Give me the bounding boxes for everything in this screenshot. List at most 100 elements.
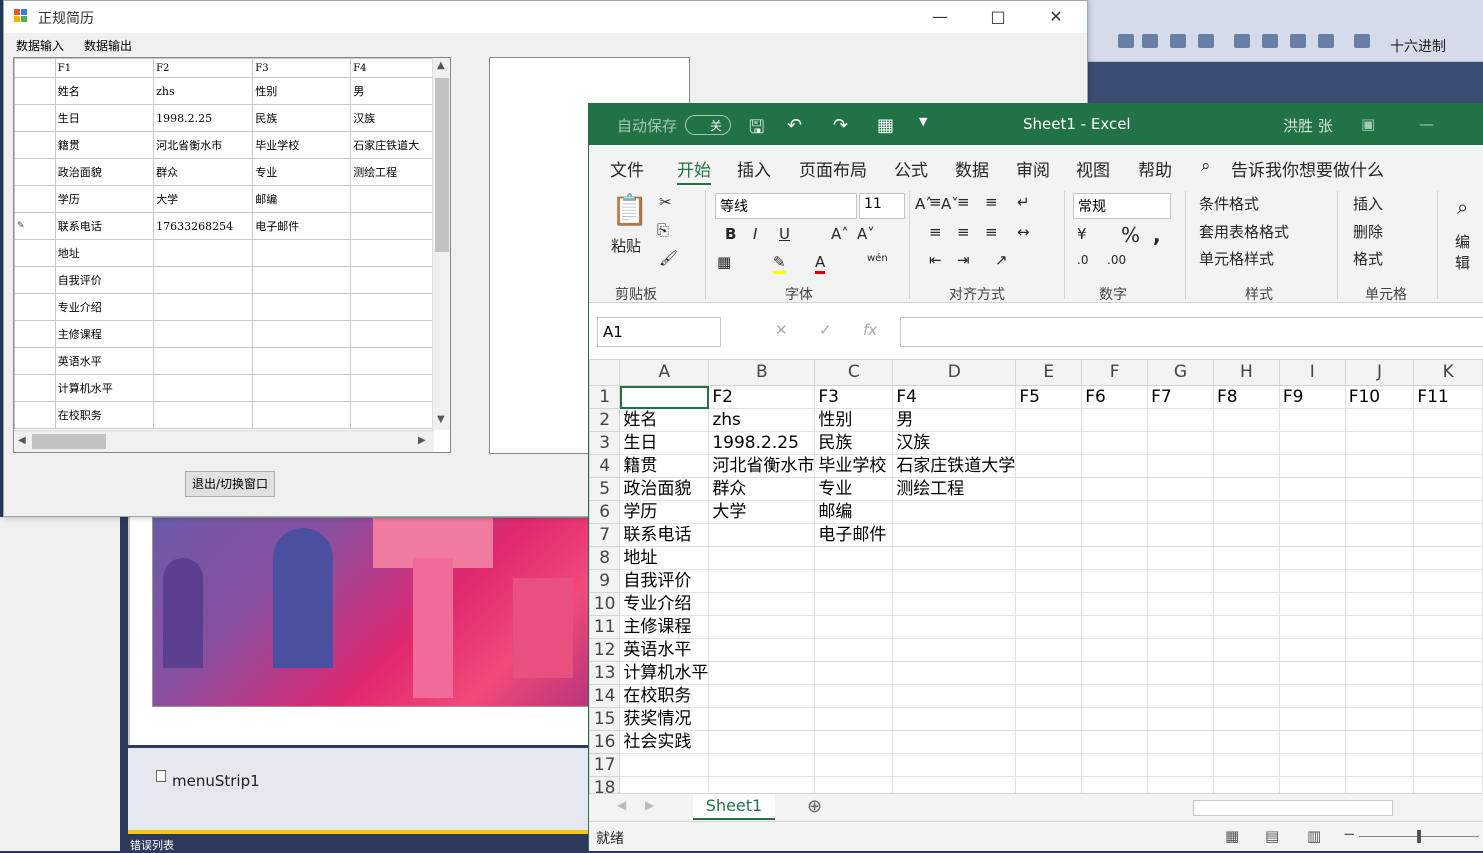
sheet-cell[interactable] <box>892 592 1017 616</box>
sheet-cell[interactable] <box>1015 753 1083 777</box>
sheet-cell[interactable] <box>1413 638 1483 662</box>
minimize-icon[interactable]: — <box>1419 115 1434 133</box>
row-number[interactable]: 17 <box>589 753 621 777</box>
row-header[interactable] <box>14 104 56 132</box>
align-middle-icon[interactable]: ≡ <box>957 193 970 211</box>
enter-icon[interactable]: ✓ <box>819 321 832 339</box>
grid-cell[interactable]: 邮编 <box>252 185 352 213</box>
sheet-cell[interactable]: 1998.2.25 <box>708 431 816 455</box>
sheet-cell[interactable]: 男 <box>892 408 1017 432</box>
sheet-cell[interactable] <box>1344 500 1415 524</box>
row-header[interactable] <box>14 131 56 159</box>
sheet-cell[interactable] <box>1278 454 1346 478</box>
sheet-cell[interactable] <box>1081 684 1149 708</box>
sheet-cell[interactable] <box>1015 408 1083 432</box>
row-number[interactable]: 13 <box>589 661 621 685</box>
sheet-cell[interactable] <box>1344 730 1415 754</box>
sheet-cell[interactable] <box>1081 408 1149 432</box>
sheet-cell[interactable]: 专业介绍 <box>619 592 710 616</box>
ribbon-display-icon[interactable]: ▣ <box>1361 115 1375 133</box>
data-grid-view[interactable]: F1 F2 F3 F4 姓名 zhs 性别男生日 1998.2.25 民族 汉族 籍贯 河北省衡水市毕… <box>13 57 451 453</box>
sheet-cell[interactable]: 电子邮件 <box>814 523 894 547</box>
grid-cell[interactable]: 生日 <box>54 104 155 132</box>
sheet-cell[interactable] <box>1147 615 1214 639</box>
sheet-cell[interactable] <box>892 776 1017 793</box>
conditional-format-button[interactable]: 条件格式 <box>1199 193 1259 214</box>
sheet-cell[interactable] <box>814 753 894 777</box>
grid-cell[interactable]: 1998.2.25 <box>153 104 254 132</box>
table-icon[interactable]: ▦ <box>877 115 894 136</box>
play-icon[interactable] <box>1118 34 1134 48</box>
sheet-cell[interactable] <box>1081 707 1149 731</box>
sheet-cell[interactable] <box>1413 408 1483 432</box>
grid-cell[interactable]: 计算机水平 <box>54 374 155 402</box>
align-bottom-icon[interactable]: ≡ <box>985 193 998 211</box>
zoom-out-icon[interactable]: − <box>1343 825 1356 843</box>
paste-icon[interactable]: 📋 <box>611 193 648 228</box>
sheet-cell[interactable] <box>708 523 816 547</box>
sheet-cell[interactable] <box>1212 753 1280 777</box>
currency-icon[interactable]: ¥ <box>1077 225 1087 243</box>
grid-cell[interactable]: 电子邮件 <box>252 212 352 240</box>
sheet-cell[interactable] <box>1212 707 1280 731</box>
align-top-icon[interactable]: ≡ <box>929 193 942 211</box>
italic-icon[interactable]: I <box>753 225 757 243</box>
grid-cell[interactable]: 自我评价 <box>54 266 155 294</box>
sheet-cell[interactable] <box>1212 408 1280 432</box>
grow-font-icon-2[interactable]: A˄ <box>831 225 849 243</box>
sheet-cell[interactable] <box>708 684 816 708</box>
sheet-cell[interactable] <box>814 684 894 708</box>
sheet-cell[interactable] <box>892 615 1017 639</box>
sheet-cell[interactable]: 汉族 <box>892 431 1017 455</box>
sheet-cell[interactable]: F5 <box>1015 385 1083 409</box>
grid-cell[interactable] <box>252 320 352 348</box>
sheet-cell[interactable]: 民族 <box>814 431 894 455</box>
sheet-cell[interactable]: 在校职务 <box>619 684 710 708</box>
sheet-cell[interactable] <box>1278 684 1346 708</box>
sheet-cell[interactable] <box>1212 477 1280 501</box>
sheet-cell[interactable]: F7 <box>1147 385 1214 409</box>
sheet-cell[interactable] <box>1212 592 1280 616</box>
formula-input[interactable] <box>900 317 1483 347</box>
tell-me-search[interactable]: 告诉我你想要做什么 <box>1231 156 1384 181</box>
align-right-icon[interactable]: ≡ <box>985 223 998 241</box>
sheet-cell[interactable] <box>1278 730 1346 754</box>
sheet-cell[interactable]: zhs <box>708 408 816 432</box>
select-all-corner[interactable] <box>589 359 621 386</box>
menu-data-output[interactable]: 数据输出 <box>84 37 132 54</box>
wrap-text-icon[interactable]: ↵ <box>1017 193 1030 211</box>
find-icon[interactable]: ⌕ <box>1457 195 1468 219</box>
sheet-cell[interactable] <box>1278 408 1346 432</box>
sheet-cell[interactable] <box>1278 523 1346 547</box>
tab-insert[interactable]: 插入 <box>737 156 771 181</box>
sheet-cell[interactable] <box>1147 546 1214 570</box>
grid-horizontal-scrollbar[interactable]: ◀ ▶ <box>14 430 434 452</box>
sheet-cell[interactable] <box>1081 592 1149 616</box>
sheet-horizontal-scrollbar[interactable] <box>1193 800 1393 816</box>
row-number[interactable]: 8 <box>589 546 621 570</box>
sheet-cell[interactable]: F11 <box>1413 385 1483 409</box>
sheet-cell[interactable]: 社会实践 <box>619 730 710 754</box>
sheet-cell[interactable]: F9 <box>1278 385 1346 409</box>
sheet-cell[interactable] <box>1081 431 1149 455</box>
sheet-cell[interactable] <box>1413 569 1483 593</box>
grid-column-header[interactable]: F2 <box>153 58 254 78</box>
sheet-cell[interactable] <box>1212 776 1280 793</box>
sheet-cell[interactable]: 地址 <box>619 546 710 570</box>
sheet-cell[interactable] <box>1147 684 1214 708</box>
sheet-cell[interactable] <box>1344 546 1415 570</box>
sheet-cell[interactable] <box>1147 661 1214 685</box>
decrease-indent-icon[interactable]: ⇤ <box>929 251 942 269</box>
sheet-cell[interactable] <box>1147 753 1214 777</box>
delete-cells-button[interactable]: 删除 <box>1353 221 1383 242</box>
grid-cell[interactable]: 河北省衡水市 <box>153 131 254 159</box>
sheet-cell[interactable] <box>1015 477 1083 501</box>
step-out-icon[interactable] <box>1318 34 1334 48</box>
row-number[interactable]: 6 <box>589 500 621 524</box>
row-number[interactable]: 16 <box>589 730 621 754</box>
sheet-cell[interactable] <box>1413 707 1483 731</box>
sheet-cell[interactable] <box>1015 431 1083 455</box>
sheet-cell[interactable] <box>1081 776 1149 793</box>
fx-icon[interactable]: fx <box>863 321 877 339</box>
row-number[interactable]: 7 <box>589 523 621 547</box>
